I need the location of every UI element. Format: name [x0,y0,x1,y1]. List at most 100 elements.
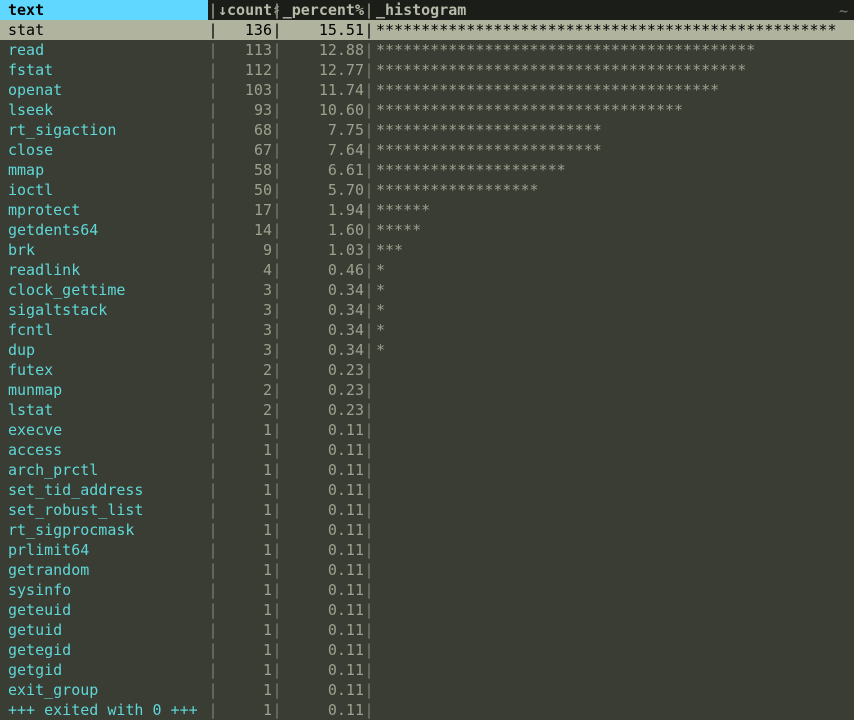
col-separator: | [364,40,374,60]
table-row[interactable]: +++ exited with 0 +++|1|0.11| [0,700,854,720]
col-separator: | [364,360,374,380]
table-row[interactable]: getgid|1|0.11| [0,660,854,680]
cell-text: prlimit64 [0,540,208,560]
col-separator: | [272,460,282,480]
table-row[interactable]: fstat|112|12.77|************************… [0,60,854,80]
col-separator: | [364,620,374,640]
cell-text: set_tid_address [0,480,208,500]
cell-count: 3 [218,320,272,340]
col-separator: | [272,140,282,160]
table-row[interactable]: mmap|58|6.61|********************* [0,160,854,180]
table-header[interactable]: text | ↓count♯ | _percent% | _histogram [0,0,854,20]
cell-count: 1 [218,680,272,700]
table-row[interactable]: getegid|1|0.11| [0,640,854,660]
table-row[interactable]: dup|3|0.34|* [0,340,854,360]
col-separator: | [364,320,374,340]
table-row[interactable]: rt_sigaction|68|7.75|*******************… [0,120,854,140]
table-row[interactable]: rt_sigprocmask|1|0.11| [0,520,854,540]
col-separator: | [364,280,374,300]
table-row[interactable]: ioctl|50|5.70|****************** [0,180,854,200]
frequency-table[interactable]: text | ↓count♯ | _percent% | _histogram … [0,0,854,720]
table-row[interactable]: access|1|0.11| [0,440,854,460]
cell-percent: 5.70 [282,180,364,200]
table-row[interactable]: getdents64|14|1.60|***** [0,220,854,240]
col-header-text[interactable]: text [0,0,208,20]
cell-hist [374,380,854,400]
cell-count: 1 [218,640,272,660]
table-row[interactable]: mprotect|17|1.94|****** [0,200,854,220]
table-row[interactable]: clock_gettime|3|0.34|* [0,280,854,300]
col-separator: | [208,500,218,520]
cell-text: getegid [0,640,208,660]
cell-hist [374,480,854,500]
cell-percent: 0.23 [282,360,364,380]
col-separator: | [364,180,374,200]
col-separator: | [208,40,218,60]
table-row[interactable]: futex|2|0.23| [0,360,854,380]
table-row[interactable]: set_robust_list|1|0.11| [0,500,854,520]
col-separator: | [364,460,374,480]
col-header-count[interactable]: ↓count♯ [218,0,272,20]
col-header-histogram[interactable]: _histogram [374,0,854,20]
table-row[interactable]: lseek|93|10.60|*************************… [0,100,854,120]
table-row[interactable]: brk|9|1.03|*** [0,240,854,260]
col-separator: | [364,80,374,100]
col-separator: | [208,660,218,680]
col-separator: | [272,380,282,400]
col-separator: | [208,480,218,500]
table-row[interactable]: readlink|4|0.46|* [0,260,854,280]
col-separator: | [272,520,282,540]
cell-count: 3 [218,340,272,360]
cell-text: brk [0,240,208,260]
col-separator: | [272,540,282,560]
table-row[interactable]: munmap|2|0.23| [0,380,854,400]
col-separator: | [208,680,218,700]
cell-text: rt_sigaction [0,120,208,140]
table-row[interactable]: getuid|1|0.11| [0,620,854,640]
cell-count: 2 [218,360,272,380]
cell-percent: 0.11 [282,660,364,680]
table-row[interactable]: execve|1|0.11| [0,420,854,440]
col-header-percent[interactable]: _percent% [282,0,364,20]
table-row[interactable]: prlimit64|1|0.11| [0,540,854,560]
table-row[interactable]: geteuid|1|0.11| [0,600,854,620]
table-row[interactable]: read|113|12.88|*************************… [0,40,854,60]
cell-count: 1 [218,420,272,440]
cell-percent: 0.34 [282,300,364,320]
col-separator: | [364,340,374,360]
cell-percent: 1.03 [282,240,364,260]
col-separator: | [272,580,282,600]
col-separator: | [364,160,374,180]
cell-text: dup [0,340,208,360]
table-row[interactable]: sysinfo|1|0.11| [0,580,854,600]
cell-text: exit_group [0,680,208,700]
table-row[interactable]: set_tid_address|1|0.11| [0,480,854,500]
col-separator: | [364,260,374,280]
cell-percent: 0.11 [282,460,364,480]
cell-text: getgid [0,660,208,680]
cell-count: 14 [218,220,272,240]
cell-text: arch_prctl [0,460,208,480]
col-separator: | [364,420,374,440]
cell-hist [374,360,854,380]
cell-text: set_robust_list [0,500,208,520]
table-row[interactable]: stat|136|15.51|*************************… [0,20,854,40]
cell-count: 50 [218,180,272,200]
cell-hist [374,580,854,600]
table-row[interactable]: openat|103|11.74|***********************… [0,80,854,100]
table-row[interactable]: sigaltstack|3|0.34|* [0,300,854,320]
cell-percent: 11.74 [282,80,364,100]
table-row[interactable]: exit_group|1|0.11| [0,680,854,700]
cell-count: 1 [218,700,272,720]
table-row[interactable]: arch_prctl|1|0.11| [0,460,854,480]
cell-text: close [0,140,208,160]
cell-text: execve [0,420,208,440]
table-row[interactable]: lstat|2|0.23| [0,400,854,420]
col-separator: | [272,200,282,220]
col-separator: | [272,600,282,620]
cell-hist [374,520,854,540]
col-separator: | [364,480,374,500]
table-row[interactable]: fcntl|3|0.34|* [0,320,854,340]
table-row[interactable]: close|67|7.64|************************* [0,140,854,160]
table-row[interactable]: getrandom|1|0.11| [0,560,854,580]
